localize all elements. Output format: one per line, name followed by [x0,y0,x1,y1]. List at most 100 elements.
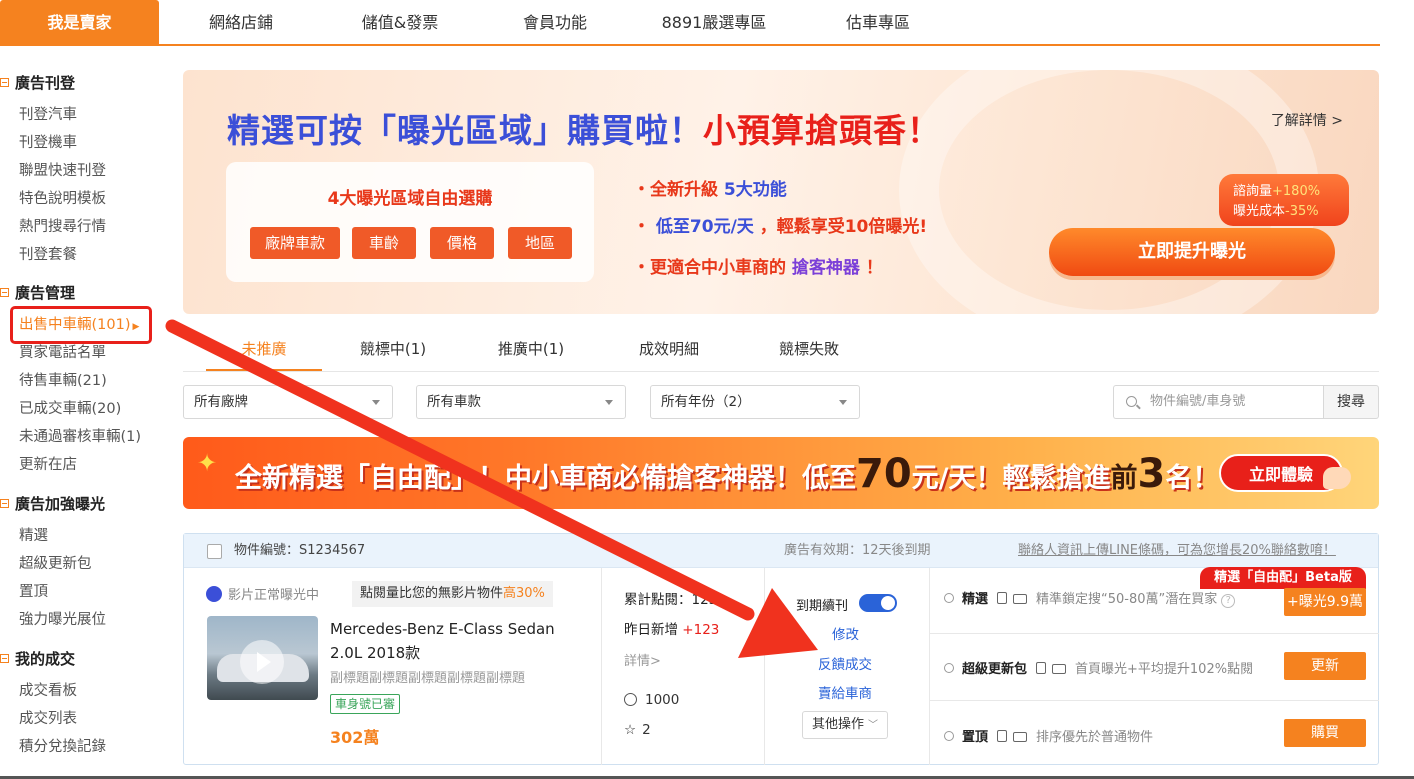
caret-right-icon: ▶ [132,322,140,332]
badge-text: 諮詢量 [1233,184,1273,199]
sidebar-item-post-moto[interactable]: 刊登機車 [19,132,77,154]
service-pin-top[interactable]: 置頂 排序優先於普通物件 [944,726,1153,745]
select-value: 所有車款 [427,394,481,410]
user-video-icon [206,586,222,602]
sidebar-item-super-refresh[interactable]: 超級更新包 [19,553,92,575]
mobile-icon [1033,662,1049,677]
pointer-hand-icon [1323,467,1351,489]
tab-results[interactable]: 成效明細 [622,331,716,371]
collapse-icon [0,654,9,663]
play-circle-icon [624,693,637,706]
sidebar-item-pin-top[interactable]: 置頂 [19,581,48,603]
car-title-line2[interactable]: 2.0L 2018款 [330,642,420,663]
radio-button[interactable] [944,593,954,603]
details-link[interactable]: 詳情> [624,650,661,669]
sidebar-item-sold[interactable]: 已成交車輛(20) [19,398,121,420]
promo-part: ！中小車商必備搶客神器！低至 [478,463,856,494]
sell-to-dealer-link[interactable]: 賣給車商 [818,682,872,702]
row-divider [929,633,1379,634]
yesterday-views: 昨日新增 +123 [624,618,719,638]
play-count: 1000 [624,692,679,708]
promo-part: 3 [1137,451,1166,497]
refresh-button[interactable]: 更新 [1284,652,1366,680]
desktop-icon [1010,730,1030,745]
mobile-icon [994,592,1010,607]
nav-selected[interactable]: 8891嚴選專區 [646,0,782,46]
promo-part: 全新精選「自由配」 [235,463,478,494]
buy-button[interactable]: 購買 [1284,719,1366,747]
year-select[interactable]: 所有年份（2） [650,385,860,419]
search-button[interactable]: 搜尋 [1323,385,1379,419]
listing-card: 物件編號：S1234567 廣告有效期：12天後到期 聯絡人資訊上傳LINE條碼… [183,533,1379,765]
sidebar-item-rejected[interactable]: 未通過審核車輛(1) [19,426,141,448]
line-upload-link[interactable]: 聯絡人資訊上傳LINE條碼，可為您增長20%聯絡數唷！ [1018,534,1336,568]
nav-shop[interactable]: 網絡店鋪 [186,0,296,46]
learn-more-link[interactable]: 了解詳情 > [1271,110,1343,130]
sidebar-section-ad-post[interactable]: 廣告刊登 [0,72,75,94]
sidebar-item-showcase[interactable]: 強力曝光展位 [19,609,106,631]
tab-bidding[interactable]: 競標中(1) [346,331,440,371]
sidebar-item-hot-search[interactable]: 熱門搜尋行情 [19,216,106,238]
car-title[interactable]: Mercedes-Benz E-Class Sedan [330,620,555,638]
sidebar-item-template[interactable]: 特色說明模板 [19,188,106,210]
nav-member[interactable]: 會員功能 [500,0,610,46]
sidebar-item-package[interactable]: 刊登套餐 [19,244,77,266]
car-subtitle: 副標題副標題副標題副標題副標題 [330,671,526,686]
sidebar-section-ad-manage[interactable]: 廣告管理 [0,282,75,304]
sidebar-item-on-sale[interactable]: 出售中車輛(101) ▶ [10,306,152,344]
sidebar-item-pending[interactable]: 待售車輛(21) [19,370,107,392]
service-name: 置頂 [962,730,989,745]
sidebar-section-deals[interactable]: 我的成交 [0,648,75,670]
collapse-icon [0,499,9,508]
tab-divider [183,371,1379,372]
chevron-down-icon [839,400,847,405]
section-title: 廣告刊登 [15,74,76,92]
car-thumbnail[interactable] [207,616,318,700]
sidebar-item-quick-post[interactable]: 聯盟快速刊登 [19,160,106,182]
promo-banner[interactable]: 精選可按「曝光區域」購買啦！小預算搶頭香！ 了解詳情 > 4大曝光區域自由選購 … [183,70,1379,314]
service-super-refresh[interactable]: 超級更新包 首頁曝光+平均提升102%點閱 [944,658,1253,677]
column-divider [764,568,765,765]
report-sold-link[interactable]: 反饋成交 [818,653,872,673]
point-highlight: 5大功能 [723,180,787,200]
radio-button[interactable] [944,731,954,741]
sidebar-item-points[interactable]: 積分兌換記錄 [19,736,106,758]
select-checkbox[interactable] [207,544,222,559]
sidebar-item-buyer-phones[interactable]: 買家電話名單 [19,342,106,364]
sidebar-section-boost[interactable]: 廣告加強曝光 [0,493,105,515]
sidebar-item-deal-board[interactable]: 成交看板 [19,680,77,702]
stats-badge: 諮詢量+180% 曝光成本-35% [1219,174,1349,226]
car-price: 302萬 [330,728,380,747]
free-match-promo[interactable]: ✦ 全新精選「自由配」！中小車商必備搶客神器！低至70元/天！輕鬆搶進前3名！ … [183,437,1379,509]
select-value: 所有年份（2） [661,394,751,410]
service-featured[interactable]: 精選 精準鎖定搜“50-80萬”潛在買家? [944,588,1236,608]
tab-bid-failed[interactable]: 競標失敗 [762,331,856,371]
badge-value: +180% [1272,184,1321,199]
hint-highlight: 高30% [503,586,545,601]
point-text: ，輕鬆享受10倍曝光! [753,217,928,237]
tab-unpromoted[interactable]: 未推廣 [206,331,322,371]
other-actions-dropdown[interactable]: 其他操作 ﹀ [802,711,888,739]
nav-valuation[interactable]: 估車專區 [826,0,930,46]
nav-billing[interactable]: 儲值&發票 [340,0,460,46]
sidebar-item-post-car[interactable]: 刊登汽車 [19,104,77,126]
featured-boost-button[interactable]: +曝光9.9萬 [1284,588,1366,616]
promo-part: 前 [1110,463,1138,494]
collapse-icon [0,78,9,87]
search-input[interactable]: 物件編號/車身號 [1113,385,1324,419]
badge-value: -35% [1285,204,1319,219]
auto-renew-toggle[interactable] [859,594,897,612]
brand-select[interactable]: 所有廠牌 [183,385,393,419]
sidebar-item-deal-list[interactable]: 成交列表 [19,708,77,730]
star-icon: ☆ [624,722,637,738]
model-select[interactable]: 所有車款 [416,385,626,419]
nav-seller[interactable]: 我是賣家 [0,0,159,46]
boost-now-button[interactable]: 立即提升曝光 [1049,228,1335,276]
sidebar-item-featured[interactable]: 精選 [19,525,48,547]
chip-brand-model: 廠牌車款 [250,227,340,259]
edit-link[interactable]: 修改 [832,623,859,643]
tab-promoting[interactable]: 推廣中(1) [484,331,578,371]
chevron-down-icon [605,400,613,405]
radio-button[interactable] [944,663,954,673]
sidebar-item-in-store[interactable]: 更新在店 [19,454,77,476]
